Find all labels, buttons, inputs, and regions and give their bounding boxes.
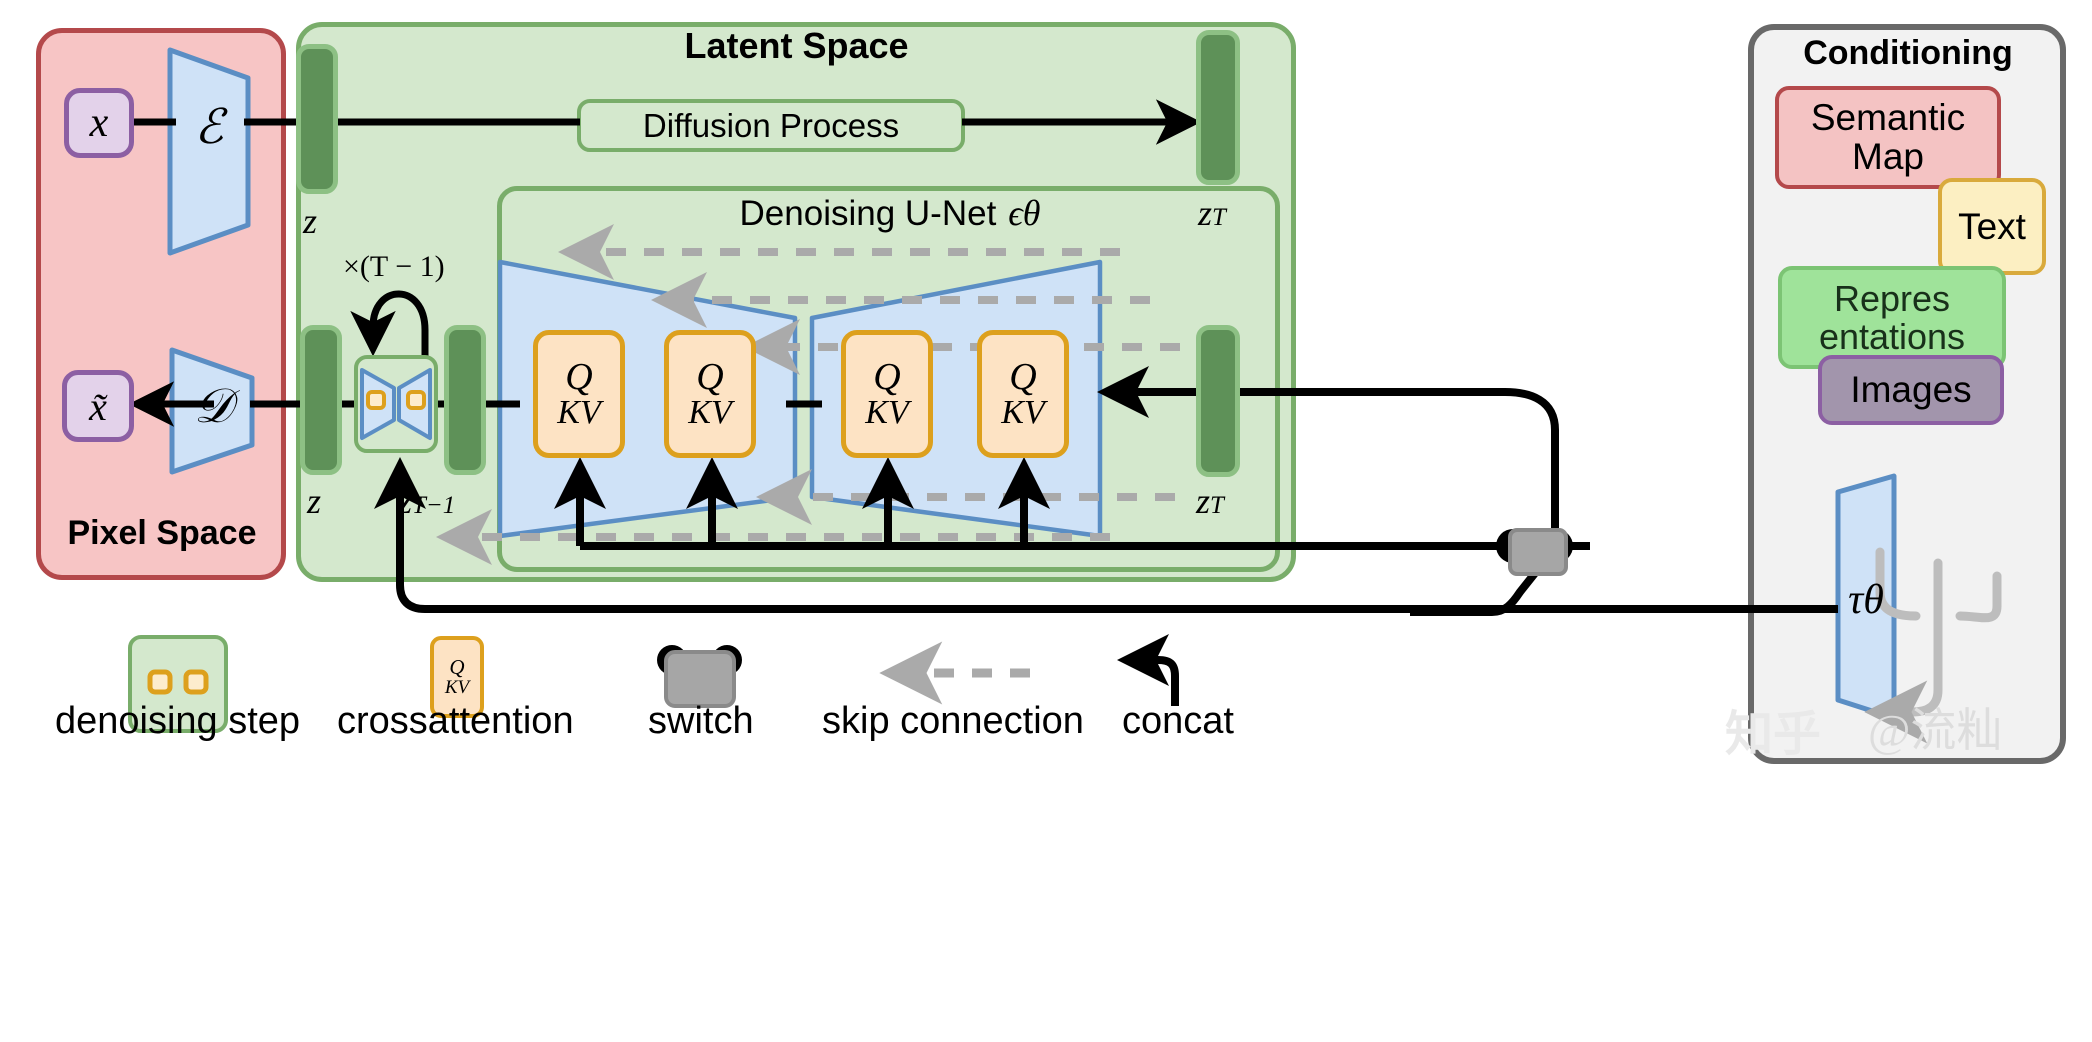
legend-label-concat: concat: [1122, 700, 1234, 742]
legend-denoise-glyph: [147, 669, 209, 695]
legend-label-crossattention: crossattention: [337, 700, 574, 742]
legend-label-switch: switch: [648, 700, 754, 742]
legend-label-denoising-step: denoising step: [55, 700, 301, 742]
legend-denoise-attn-left: [147, 669, 173, 695]
legend-q-label: Q: [449, 655, 465, 679]
legend-label-skip-connection: skip connection: [822, 700, 1084, 742]
watermark-handle: @流籼: [1868, 705, 2003, 756]
legend-kv-label: KV: [444, 677, 470, 698]
legend-denoise-attn-right: [183, 669, 209, 695]
diagram-canvas: Latent Space Pixel Space Conditioning Di…: [0, 0, 2092, 1042]
watermark-logo: 知乎: [1725, 708, 1822, 761]
